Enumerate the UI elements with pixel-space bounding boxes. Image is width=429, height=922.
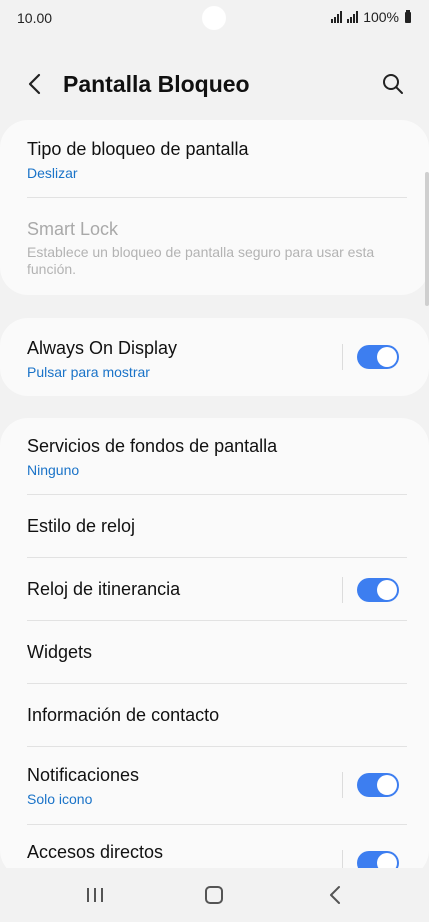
smart-lock-item: Smart Lock Establece un bloqueo de panta… (27, 219, 407, 278)
clock-style-item[interactable]: Estilo de reloj (27, 516, 407, 537)
search-icon[interactable] (381, 72, 405, 96)
screen-lock-type-title: Tipo de bloqueo de pantalla (27, 139, 249, 159)
home-icon[interactable] (205, 886, 223, 904)
wallpaper-services-item[interactable]: Servicios de fondos de pantalla Ninguno (27, 436, 407, 478)
lock-settings-card: Tipo de bloqueo de pantalla Deslizar Sma… (0, 120, 429, 295)
notifications-toggle-area (342, 772, 399, 798)
contact-info-item[interactable]: Información de contacto (27, 705, 407, 726)
navigation-bar (0, 868, 429, 922)
widgets-item[interactable]: Widgets (27, 642, 407, 663)
screen-lock-type-value: Deslizar (27, 165, 78, 181)
toggle-separator (342, 577, 343, 603)
divider (27, 197, 407, 198)
roaming-clock-toggle[interactable] (357, 578, 399, 602)
divider (27, 620, 407, 621)
status-icons: 100% (331, 9, 411, 25)
always-on-toggle-area (342, 344, 399, 370)
status-bar: 10.00 100% (0, 0, 429, 36)
always-on-display-toggle[interactable] (357, 345, 399, 369)
notifications-toggle[interactable] (357, 773, 399, 797)
smart-lock-title: Smart Lock (27, 219, 119, 239)
divider (27, 824, 407, 825)
clock-style-title: Estilo de reloj (27, 516, 136, 536)
battery-icon (405, 9, 411, 23)
wallpaper-services-value: Ninguno (27, 462, 80, 478)
app-bar: Pantalla Bloqueo (0, 60, 429, 110)
smart-lock-description: Establece un bloqueo de pantalla seguro … (27, 244, 375, 277)
lockscreen-options-card: Servicios de fondos de pantalla Ninguno … (0, 418, 429, 878)
always-on-card: Always On Display Pulsar para mostrar (0, 318, 429, 396)
back-icon[interactable] (326, 885, 344, 905)
wallpaper-services-title: Servicios de fondos de pantalla (27, 436, 278, 456)
camera-cutout (202, 6, 226, 30)
toggle-separator (342, 344, 343, 370)
contact-info-title: Información de contacto (27, 705, 220, 725)
status-time: 10.00 (17, 10, 53, 26)
battery-percent: 100% (363, 9, 399, 25)
divider (27, 746, 407, 747)
scrollbar[interactable] (425, 172, 429, 306)
widgets-title: Widgets (27, 642, 93, 662)
divider (27, 683, 407, 684)
divider (27, 494, 407, 495)
signal-icon (331, 11, 343, 23)
back-arrow-icon[interactable] (24, 72, 48, 96)
roaming-clock-toggle-area (342, 577, 399, 603)
signal-icon (347, 11, 359, 23)
page-title: Pantalla Bloqueo (63, 71, 250, 97)
screen-lock-type-item[interactable]: Tipo de bloqueo de pantalla Deslizar (27, 139, 407, 181)
toggle-separator (342, 772, 343, 798)
divider (27, 557, 407, 558)
recent-apps-icon[interactable] (86, 887, 104, 903)
